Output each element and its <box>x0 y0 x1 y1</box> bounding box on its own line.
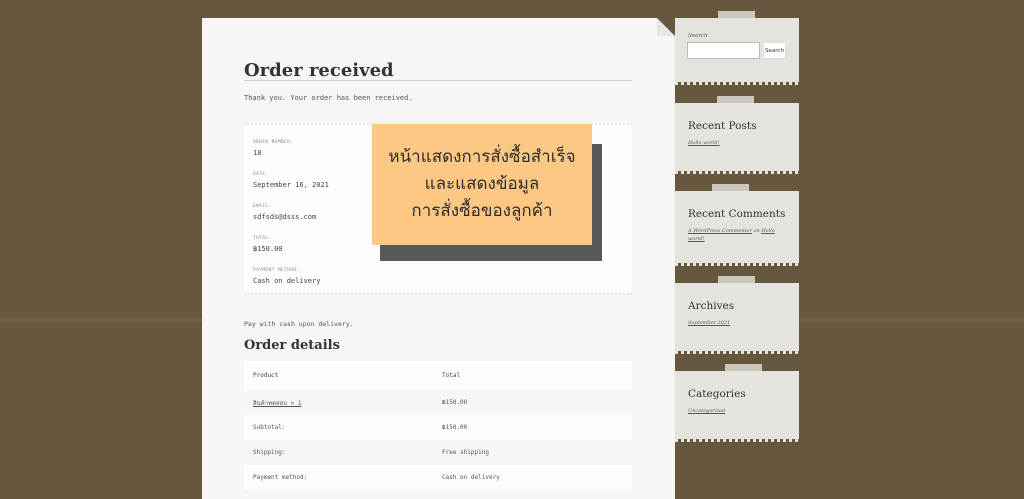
order-number: ORDER NUMBER: 18 <box>253 140 293 157</box>
order-number-label: ORDER NUMBER: <box>253 140 294 145</box>
table-row: Subtotal: ฿150.00 <box>244 415 632 440</box>
comment-author-link[interactable]: A WordPress Commenter <box>688 228 752 234</box>
callout-line-3: การสั่งซื้อของลูกค้า <box>411 201 553 221</box>
recent-posts-widget: Recent Posts Hello world! <box>675 96 799 174</box>
order-payment-method: PAYMENT METHOD: Cash on delivery <box>253 268 320 285</box>
thank-you-message: Thank you. Your order has been received. <box>244 94 413 102</box>
order-date: DATE: September 16, 2021 <box>253 172 329 189</box>
table-row: สินค้าทดสอบ × 1 ฿150.00 <box>244 390 632 415</box>
recent-post-link[interactable]: Hello world! <box>688 140 720 146</box>
shipping-label: Shipping: <box>253 449 286 456</box>
page-corner-fold <box>657 18 675 36</box>
widget-edge <box>675 171 799 174</box>
recent-comment: A WordPress Commenter on Hello world! <box>688 227 788 243</box>
table-row: Payment method: Cash on delivery <box>244 465 632 490</box>
column-header-product: Product <box>253 372 279 379</box>
page-title: Order received <box>244 60 394 81</box>
order-date-label: DATE: <box>253 172 269 177</box>
widget-edge <box>675 351 799 354</box>
title-divider <box>244 80 632 81</box>
order-email: EMAIL: sdfsds@dsss.com <box>253 204 316 221</box>
order-number-value: 18 <box>253 149 262 157</box>
annotation-callout: หน้าแสดงการสั่งซื้อสำเร็จ และแสดงข้อมูล … <box>372 124 592 245</box>
tape-decoration <box>718 11 755 23</box>
order-details-table: Product Total สินค้าทดสอบ × 1 ฿150.00 Su… <box>244 361 632 490</box>
widget-edge <box>675 82 799 85</box>
order-details-title: Order details <box>244 338 340 353</box>
main-content: Order received Thank you. Your order has… <box>202 18 675 499</box>
column-header-total: Total <box>442 372 461 379</box>
payment-method-value: Cash on delivery <box>253 277 321 285</box>
search-widget: Search Search <box>675 11 799 85</box>
product-link[interactable]: สินค้าทดสอบ × 1 <box>253 400 302 407</box>
product-total: ฿150.00 <box>442 399 468 406</box>
archives-widget: Archives September 2021 <box>675 276 799 354</box>
archive-link[interactable]: September 2021 <box>688 320 730 326</box>
order-total: TOTAL: ฿150.00 <box>253 236 283 253</box>
order-date-value: September 16, 2021 <box>253 181 329 189</box>
shipping-value: Free shipping <box>442 449 489 456</box>
search-label: Search <box>688 33 708 39</box>
widget-edge <box>675 263 799 266</box>
comment-on-text: on <box>753 228 760 234</box>
payment-method-label: PAYMENT METHOD: <box>253 268 300 273</box>
categories-title: Categories <box>688 388 746 400</box>
recent-comments-title: Recent Comments <box>688 208 786 220</box>
widget-edge <box>675 439 799 442</box>
category-link[interactable]: Uncategorized <box>688 408 725 414</box>
table-header: Product Total <box>244 361 632 390</box>
callout-line-2: และแสดงข้อมูล <box>424 174 540 194</box>
callout-line-1: หน้าแสดงการสั่งซื้อสำเร็จ <box>388 147 576 167</box>
tape-decoration <box>718 276 755 288</box>
search-button[interactable]: Search <box>763 42 786 59</box>
archives-title: Archives <box>688 300 735 312</box>
payment-method-row-label: Payment method: <box>253 474 308 481</box>
payment-note: Pay with cash upon delivery. <box>244 320 354 328</box>
search-input[interactable] <box>687 42 760 59</box>
categories-widget: Categories Uncategorized <box>675 364 799 442</box>
tape-decoration <box>712 184 749 196</box>
order-total-value: ฿150.00 <box>253 245 283 253</box>
payment-method-row-value: Cash on delivery <box>442 474 500 481</box>
recent-posts-title: Recent Posts <box>688 120 757 132</box>
recent-comments-widget: Recent Comments A WordPress Commenter on… <box>675 184 799 266</box>
order-email-value: sdfsds@dsss.com <box>253 213 317 221</box>
subtotal-value: ฿150.00 <box>442 424 468 431</box>
tape-decoration <box>717 96 754 108</box>
table-row: Shipping: Free shipping <box>244 440 632 465</box>
order-email-label: EMAIL: <box>253 204 272 209</box>
order-total-label: TOTAL: <box>253 236 272 241</box>
subtotal-label: Subtotal: <box>253 424 286 431</box>
tape-decoration <box>725 364 762 376</box>
